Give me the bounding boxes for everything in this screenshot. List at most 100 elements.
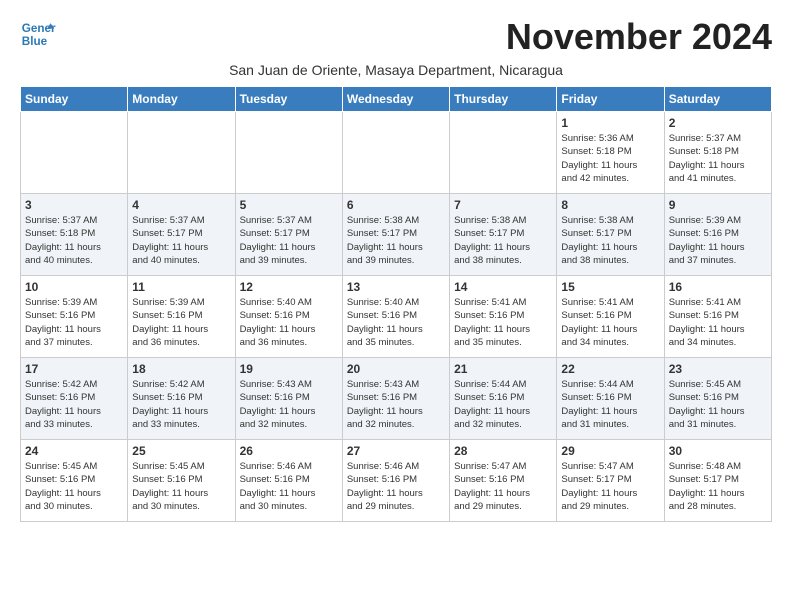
calendar-cell: 4 Sunrise: 5:37 AMSunset: 5:17 PMDaylight…	[128, 194, 235, 276]
day-info: Sunrise: 5:37 AMSunset: 5:17 PMDaylight:…	[132, 214, 230, 267]
calendar-cell: 26Sunrise: 5:46 AMSunset: 5:16 PMDayligh…	[235, 440, 342, 522]
day-number: 14	[454, 280, 552, 294]
calendar-cell: 22Sunrise: 5:44 AMSunset: 5:16 PMDayligh…	[557, 358, 664, 440]
day-number: 8	[561, 198, 659, 212]
col-header-saturday: Saturday	[664, 87, 771, 112]
calendar-cell: 27 Sunrise: 5:46 AMSunset: 5:16 PMDayligh…	[342, 440, 449, 522]
day-number: 21	[454, 362, 552, 376]
day-number: 29	[561, 444, 659, 458]
calendar-cell: 24 Sunrise: 5:45 AMSunset: 5:16 PMDayligh…	[21, 440, 128, 522]
day-number: 13	[347, 280, 445, 294]
calendar-cell: 10 Sunrise: 5:39 AMSunset: 5:16 PMDayligh…	[21, 276, 128, 358]
day-info: Sunrise: 5:38 AMSunset: 5:17 PMDaylight:…	[347, 214, 445, 267]
calendar-cell: 19 Sunrise: 5:43 AMSunset: 5:16 PMDayligh…	[235, 358, 342, 440]
day-number: 30	[669, 444, 767, 458]
day-info: Sunrise: 5:42 AMSunset: 5:16 PMDaylight:…	[25, 378, 123, 431]
day-info: Sunrise: 5:40 AMSunset: 5:16 PMDaylight:…	[240, 296, 338, 349]
day-number: 28	[454, 444, 552, 458]
day-number: 18	[132, 362, 230, 376]
col-header-friday: Friday	[557, 87, 664, 112]
col-header-monday: Monday	[128, 87, 235, 112]
day-number: 19	[240, 362, 338, 376]
day-number: 9	[669, 198, 767, 212]
calendar-cell: 11Sunrise: 5:39 AMSunset: 5:16 PMDayligh…	[128, 276, 235, 358]
calendar-body: 1Sunrise: 5:36 AMSunset: 5:18 PMDaylight…	[21, 112, 772, 522]
month-title: November 2024	[506, 16, 772, 58]
calendar-week-1: 1Sunrise: 5:36 AMSunset: 5:18 PMDaylight…	[21, 112, 772, 194]
day-info: Sunrise: 5:41 AMSunset: 5:16 PMDaylight:…	[454, 296, 552, 349]
day-info: Sunrise: 5:46 AMSunset: 5:16 PMDaylight:…	[240, 460, 338, 513]
day-info: Sunrise: 5:44 AMSunset: 5:16 PMDaylight:…	[454, 378, 552, 431]
day-number: 7	[454, 198, 552, 212]
calendar-week-2: 3Sunrise: 5:37 AMSunset: 5:18 PMDaylight…	[21, 194, 772, 276]
calendar-cell: 15 Sunrise: 5:41 AMSunset: 5:16 PMDayligh…	[557, 276, 664, 358]
day-info: Sunrise: 5:41 AMSunset: 5:16 PMDaylight:…	[561, 296, 659, 349]
calendar-cell: 2 Sunrise: 5:37 AMSunset: 5:18 PMDaylight…	[664, 112, 771, 194]
day-number: 27	[347, 444, 445, 458]
day-number: 10	[25, 280, 123, 294]
day-info: Sunrise: 5:45 AMSunset: 5:16 PMDaylight:…	[132, 460, 230, 513]
day-info: Sunrise: 5:38 AMSunset: 5:17 PMDaylight:…	[561, 214, 659, 267]
day-info: Sunrise: 5:47 AMSunset: 5:16 PMDaylight:…	[454, 460, 552, 513]
day-number: 1	[561, 116, 659, 130]
calendar-cell: 13 Sunrise: 5:40 AMSunset: 5:16 PMDayligh…	[342, 276, 449, 358]
day-info: Sunrise: 5:45 AMSunset: 5:16 PMDaylight:…	[25, 460, 123, 513]
calendar-cell: 25 Sunrise: 5:45 AMSunset: 5:16 PMDayligh…	[128, 440, 235, 522]
calendar-cell: 21 Sunrise: 5:44 AMSunset: 5:16 PMDayligh…	[450, 358, 557, 440]
page-header: General Blue November 2024	[20, 16, 772, 58]
svg-text:Blue: Blue	[22, 35, 48, 48]
calendar-cell: 16 Sunrise: 5:41 AMSunset: 5:16 PMDayligh…	[664, 276, 771, 358]
calendar-cell: 17 Sunrise: 5:42 AMSunset: 5:16 PMDayligh…	[21, 358, 128, 440]
calendar-cell: 20 Sunrise: 5:43 AMSunset: 5:16 PMDayligh…	[342, 358, 449, 440]
calendar-cell	[450, 112, 557, 194]
day-number: 6	[347, 198, 445, 212]
day-info: Sunrise: 5:37 AMSunset: 5:18 PMDaylight:…	[669, 132, 767, 185]
calendar-cell	[21, 112, 128, 194]
day-info: Sunrise: 5:38 AMSunset: 5:17 PMDaylight:…	[454, 214, 552, 267]
day-number: 23	[669, 362, 767, 376]
calendar-cell: 14 Sunrise: 5:41 AMSunset: 5:16 PMDayligh…	[450, 276, 557, 358]
day-number: 17	[25, 362, 123, 376]
calendar-cell: 6 Sunrise: 5:38 AMSunset: 5:17 PMDaylight…	[342, 194, 449, 276]
day-info: Sunrise: 5:47 AMSunset: 5:17 PMDaylight:…	[561, 460, 659, 513]
day-info: Sunrise: 5:43 AMSunset: 5:16 PMDaylight:…	[240, 378, 338, 431]
day-number: 22	[561, 362, 659, 376]
calendar-cell: 18Sunrise: 5:42 AMSunset: 5:16 PMDayligh…	[128, 358, 235, 440]
col-header-wednesday: Wednesday	[342, 87, 449, 112]
logo: General Blue	[20, 16, 56, 52]
day-number: 20	[347, 362, 445, 376]
calendar-cell: 30 Sunrise: 5:48 AMSunset: 5:17 PMDayligh…	[664, 440, 771, 522]
day-info: Sunrise: 5:37 AMSunset: 5:18 PMDaylight:…	[25, 214, 123, 267]
calendar-cell: 12 Sunrise: 5:40 AMSunset: 5:16 PMDayligh…	[235, 276, 342, 358]
day-number: 12	[240, 280, 338, 294]
day-number: 16	[669, 280, 767, 294]
col-header-thursday: Thursday	[450, 87, 557, 112]
logo-icon: General Blue	[20, 16, 56, 52]
calendar-week-5: 24 Sunrise: 5:45 AMSunset: 5:16 PMDayligh…	[21, 440, 772, 522]
calendar-cell: 23Sunrise: 5:45 AMSunset: 5:16 PMDayligh…	[664, 358, 771, 440]
calendar-cell: 7 Sunrise: 5:38 AMSunset: 5:17 PMDaylight…	[450, 194, 557, 276]
day-info: Sunrise: 5:48 AMSunset: 5:17 PMDaylight:…	[669, 460, 767, 513]
col-header-tuesday: Tuesday	[235, 87, 342, 112]
day-number: 24	[25, 444, 123, 458]
day-info: Sunrise: 5:37 AMSunset: 5:17 PMDaylight:…	[240, 214, 338, 267]
calendar-cell: 5 Sunrise: 5:37 AMSunset: 5:17 PMDaylight…	[235, 194, 342, 276]
day-number: 4	[132, 198, 230, 212]
day-info: Sunrise: 5:46 AMSunset: 5:16 PMDaylight:…	[347, 460, 445, 513]
day-number: 5	[240, 198, 338, 212]
calendar-cell: 28 Sunrise: 5:47 AMSunset: 5:16 PMDayligh…	[450, 440, 557, 522]
calendar-cell	[128, 112, 235, 194]
calendar-week-3: 10 Sunrise: 5:39 AMSunset: 5:16 PMDayligh…	[21, 276, 772, 358]
calendar-cell: 3Sunrise: 5:37 AMSunset: 5:18 PMDaylight…	[21, 194, 128, 276]
day-info: Sunrise: 5:39 AMSunset: 5:16 PMDaylight:…	[25, 296, 123, 349]
day-number: 15	[561, 280, 659, 294]
location-subtitle: San Juan de Oriente, Masaya Department, …	[20, 62, 772, 78]
day-info: Sunrise: 5:43 AMSunset: 5:16 PMDaylight:…	[347, 378, 445, 431]
calendar-cell	[342, 112, 449, 194]
col-header-sunday: Sunday	[21, 87, 128, 112]
calendar-cell	[235, 112, 342, 194]
day-number: 25	[132, 444, 230, 458]
day-number: 2	[669, 116, 767, 130]
day-info: Sunrise: 5:41 AMSunset: 5:16 PMDaylight:…	[669, 296, 767, 349]
day-info: Sunrise: 5:40 AMSunset: 5:16 PMDaylight:…	[347, 296, 445, 349]
